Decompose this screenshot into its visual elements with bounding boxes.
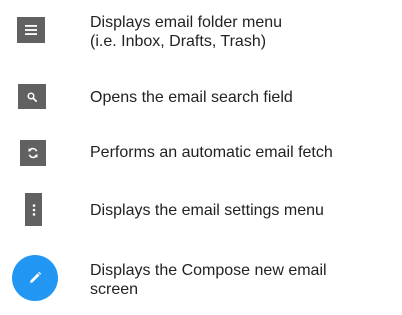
- menu-button[interactable]: [17, 17, 45, 43]
- legend-description-line: Displays the Compose new email: [90, 262, 327, 279]
- menu-icon: [25, 25, 37, 35]
- legend-description-line: Displays email folder menu: [90, 14, 283, 31]
- legend-description: Displays email folder menu (i.e. Inbox, …: [90, 13, 282, 51]
- legend-description: Displays the email settings menu: [90, 201, 324, 220]
- legend-description-line: (i.e. Inbox, Drafts, Trash): [90, 33, 267, 50]
- search-icon: [27, 91, 37, 102]
- refresh-button[interactable]: [20, 140, 46, 166]
- legend-description: Displays the Compose new email screen: [90, 261, 327, 299]
- legend-description-line: screen: [90, 281, 139, 298]
- legend-description-line: Displays the email settings menu: [90, 202, 324, 219]
- more-vertical-icon: [32, 203, 35, 216]
- search-button[interactable]: [18, 84, 46, 109]
- more-options-button[interactable]: [25, 193, 42, 226]
- legend-description: Performs an automatic email fetch: [90, 143, 333, 162]
- legend-description-line: Opens the email search field: [90, 89, 293, 106]
- compose-button[interactable]: [12, 255, 58, 301]
- pencil-icon: [30, 271, 42, 283]
- refresh-icon: [28, 147, 38, 159]
- legend-description-line: Performs an automatic email fetch: [90, 144, 333, 161]
- legend-description: Opens the email search field: [90, 88, 293, 107]
